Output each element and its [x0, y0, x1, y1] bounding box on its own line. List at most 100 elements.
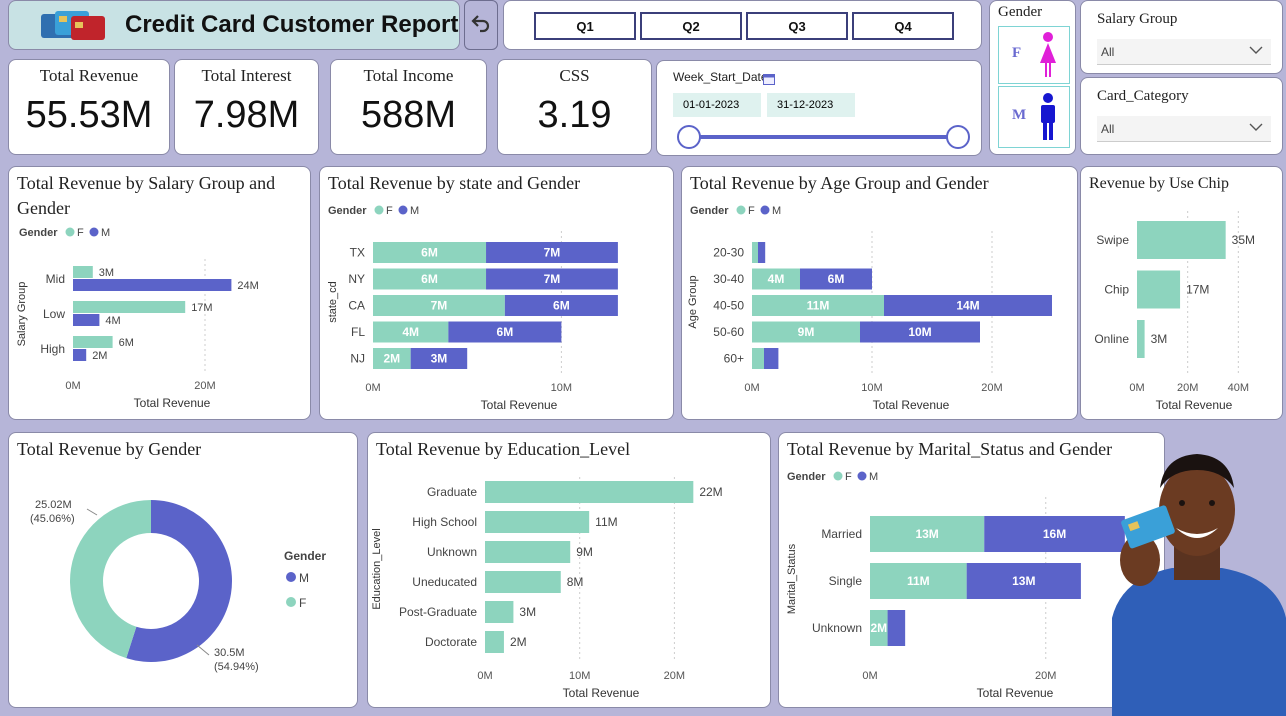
legend-marker-m — [760, 205, 770, 215]
quarter-button-q4[interactable]: Q4 — [852, 12, 954, 40]
x-axis-title: Total Revenue — [1156, 398, 1233, 412]
date-range-end-handle[interactable] — [946, 125, 970, 149]
salary-group-value: All — [1101, 45, 1115, 59]
category-label: FL — [351, 325, 365, 339]
quarter-button-q2[interactable]: Q2 — [640, 12, 742, 40]
leader-line — [86, 508, 98, 516]
report-header: Credit Card Customer Report — [8, 0, 460, 50]
category-label: Online — [1094, 332, 1129, 346]
legend-title: Gender — [787, 471, 826, 483]
kpi-value: 55.53M — [25, 94, 153, 136]
legend-label-f: F — [845, 471, 852, 483]
y-axis-title: Age Group — [687, 275, 699, 328]
data-label: 11M — [807, 299, 830, 313]
kpi-label: Total Income — [363, 66, 454, 85]
gender-option-m-label: M — [1012, 107, 1027, 123]
data-label: 3M — [431, 352, 448, 366]
data-label: 24M — [237, 280, 258, 292]
bar-f — [73, 266, 93, 278]
legend-marker-f — [833, 471, 843, 481]
data-label: 2M — [510, 635, 527, 649]
category-label: Unknown — [812, 621, 862, 635]
category-label: NY — [348, 272, 365, 286]
legend-title: Gender — [328, 205, 367, 217]
data-label: 3M — [519, 605, 536, 619]
bar — [485, 541, 571, 563]
legend-label-f: F — [77, 227, 84, 239]
quarter-button-q3[interactable]: Q3 — [746, 12, 848, 40]
legend-label-f: F — [748, 205, 755, 217]
legend-label-f: F — [386, 205, 393, 217]
data-label: 17M — [1186, 283, 1209, 297]
data-label: 11M — [907, 574, 930, 588]
kpi-label: Total Interest — [201, 66, 292, 85]
end-date-input[interactable]: 31-12-2023 — [767, 93, 855, 117]
legend-marker-m — [89, 227, 99, 237]
x-tick-label: 0M — [744, 382, 759, 394]
data-label: 9M — [576, 545, 593, 559]
category-label: Unknown — [427, 545, 477, 559]
legend-label-m: M — [772, 205, 781, 217]
kpi-value: 7.98M — [193, 94, 300, 136]
kpi-card-total-income: Total Income 588M — [330, 59, 487, 155]
y-axis-title: state_cd — [327, 281, 339, 323]
bar — [485, 571, 561, 593]
chart-state-gender: Total Revenue by state and Gender Gender… — [319, 166, 674, 420]
chevron-down-icon — [1249, 121, 1263, 135]
slice-value-label: 30.5M — [214, 647, 245, 659]
legend-marker-m — [286, 572, 296, 582]
data-label: 13M — [1012, 574, 1035, 588]
data-label: 6M — [497, 325, 514, 339]
data-label: 13M — [915, 527, 938, 541]
legend-label-m: M — [869, 471, 878, 483]
category-label: TX — [350, 246, 365, 260]
slice-percent-label: (54.94%) — [214, 661, 259, 673]
category-label: Doctorate — [425, 635, 477, 649]
data-label: 3M — [1151, 332, 1168, 346]
legend-label-m: M — [299, 571, 309, 585]
x-tick-label: 20M — [664, 670, 685, 682]
data-label: 4M — [105, 315, 120, 327]
gender-option-f-label: F — [1012, 45, 1022, 61]
data-label: 11M — [595, 515, 617, 529]
bar-m — [73, 314, 100, 326]
gender-option-female[interactable]: F — [998, 26, 1070, 84]
quarter-button-q1[interactable]: Q1 — [534, 12, 636, 40]
category-label: 40-50 — [713, 299, 744, 313]
bar — [1137, 320, 1145, 358]
bar — [485, 601, 514, 623]
data-label: 17M — [191, 302, 212, 314]
legend-label-f: F — [299, 596, 306, 610]
category-label: 30-40 — [713, 272, 744, 286]
category-label: 60+ — [724, 352, 744, 366]
gender-option-male[interactable]: M — [998, 86, 1070, 148]
x-tick-label: 20M — [1035, 670, 1056, 682]
x-axis-title: Total Revenue — [134, 396, 211, 410]
chart-education-level: Total Revenue by Education_Level 0M 10M 20… — [367, 432, 771, 708]
chart-age-group-gender: Total Revenue by Age Group and Gender Ge… — [681, 166, 1078, 420]
kpi-card-total-interest: Total Interest 7.98M — [174, 59, 319, 155]
data-label: 35M — [1232, 233, 1255, 247]
bar — [1137, 221, 1226, 259]
x-tick-label: 10M — [551, 382, 572, 394]
slice-percent-label: (45.06%) — [30, 513, 75, 525]
legend-marker-m — [857, 471, 867, 481]
date-range-start-handle[interactable] — [677, 125, 701, 149]
card-category-dropdown[interactable]: All — [1097, 116, 1271, 142]
page-title: Credit Card Customer Report — [125, 11, 459, 38]
back-button[interactable] — [464, 0, 498, 50]
bar-segment-f — [752, 348, 764, 369]
data-label: 6M — [119, 337, 134, 349]
data-label: 6M — [421, 246, 438, 260]
x-axis-title: Total Revenue — [563, 686, 640, 700]
salary-group-dropdown[interactable]: All — [1097, 39, 1271, 65]
data-label: 22M — [699, 485, 722, 499]
start-date-input[interactable]: 01-01-2023 — [673, 93, 761, 117]
data-label: 4M — [768, 272, 785, 286]
x-tick-label: 20M — [194, 380, 215, 392]
date-range-track — [687, 135, 957, 139]
kpi-label: Total Revenue — [39, 66, 139, 85]
kpi-card-total-revenue: Total Revenue 55.53M — [8, 59, 170, 155]
bar — [485, 511, 590, 533]
category-label: Uneducated — [412, 575, 477, 589]
